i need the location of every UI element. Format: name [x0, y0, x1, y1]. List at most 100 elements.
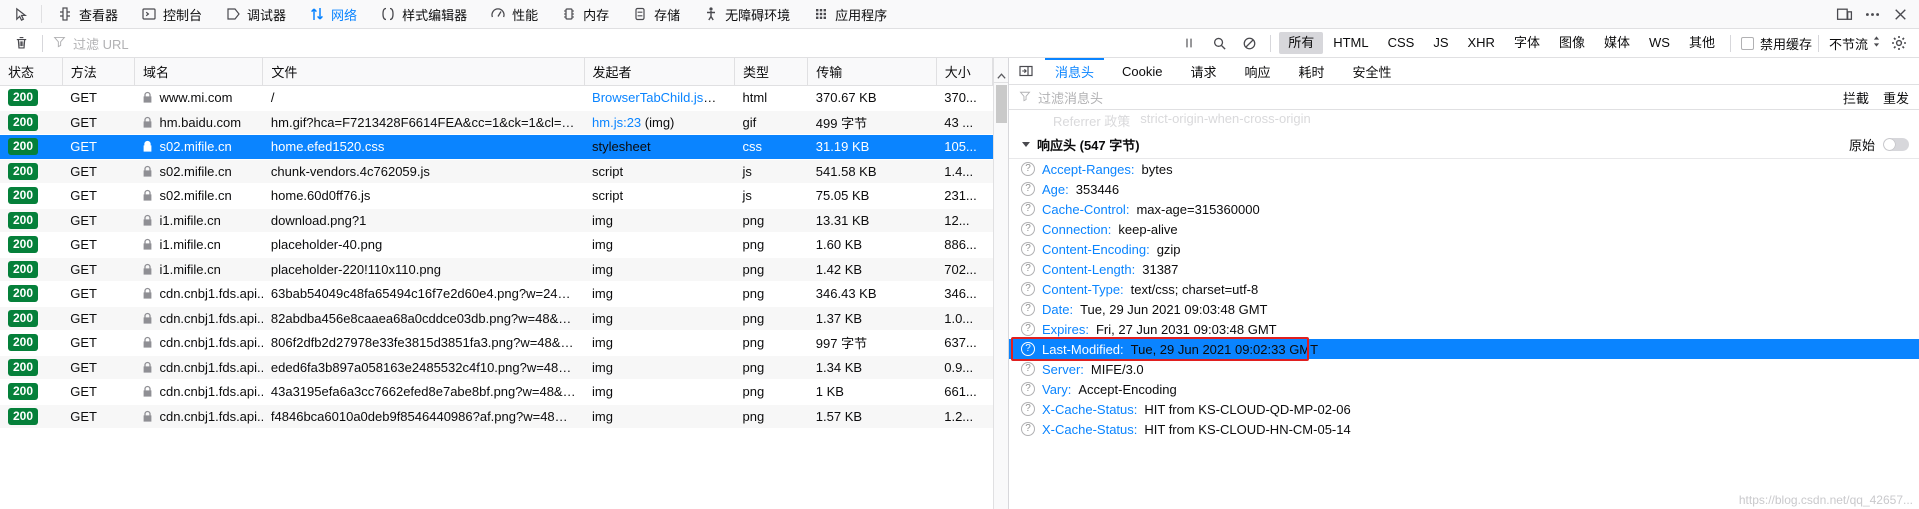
column-header-initiator[interactable]: 发起者 — [584, 58, 736, 86]
pause-icon[interactable] — [1174, 31, 1204, 55]
table-row[interactable]: 200 GET cdn.cnbj1.fds.api.... 43a3195efa6a3… — [0, 380, 993, 405]
header-row[interactable]: ? Connection: keep-alive — [1009, 219, 1919, 239]
response-headers-section-header[interactable]: 响应头 (547 字节) 原始 — [1009, 131, 1919, 159]
header-row[interactable]: ? Content-Encoding: gzip — [1009, 239, 1919, 259]
table-row[interactable]: 200 GET cdn.cnbj1.fds.api.... 63bab54049c48… — [0, 282, 993, 307]
type-filter-WS[interactable]: WS — [1640, 32, 1679, 54]
column-header-status[interactable]: 状态 — [0, 58, 63, 86]
header-row[interactable]: ? Expires: Fri, 27 Jun 2031 09:03:48 GMT — [1009, 319, 1919, 339]
scroll-up-arrow-icon[interactable] — [993, 58, 1008, 83]
header-row[interactable]: ? Server: MIFE/3.0 — [1009, 359, 1919, 379]
devtools-tab-5[interactable]: 性能 — [478, 0, 549, 28]
table-row[interactable]: 200 GET cdn.cnbj1.fds.api.... 806f2dfb2d279… — [0, 331, 993, 356]
request-list-scrollbar[interactable] — [993, 58, 1008, 509]
header-row[interactable]: ? Vary: Accept-Encoding — [1009, 379, 1919, 399]
headers-filter-input[interactable]: 过滤消息头 — [1038, 88, 1103, 107]
question-mark-icon[interactable]: ? — [1021, 162, 1035, 176]
header-row[interactable]: ? X-Cache-Status: HIT from KS-CLOUD-HN-CM-… — [1009, 419, 1919, 439]
initiator-link[interactable]: BrowserTabChild.jsm:92 — [592, 90, 732, 105]
initiator-link[interactable]: hm.js:23 — [592, 115, 641, 130]
question-mark-icon[interactable]: ? — [1021, 342, 1035, 356]
collapse-pane-icon[interactable] — [1011, 58, 1041, 84]
question-mark-icon[interactable]: ? — [1021, 222, 1035, 236]
question-mark-icon[interactable]: ? — [1021, 262, 1035, 276]
table-row[interactable]: 200 GET hm.baidu.com hm.gif?hca=F7213428F66… — [0, 110, 993, 135]
resend-request-button[interactable]: 重发 — [1883, 88, 1909, 107]
type-filter-字体[interactable]: 字体 — [1505, 32, 1549, 54]
search-icon[interactable] — [1204, 31, 1234, 55]
disable-cache-checkbox[interactable]: 禁用缓存 — [1740, 34, 1812, 53]
devtools-tab-3[interactable]: 网络 — [297, 0, 368, 28]
raw-headers-toggle[interactable]: 原始 — [1849, 135, 1909, 154]
type-filter-媒体[interactable]: 媒体 — [1595, 32, 1639, 54]
devtools-tab-1[interactable]: 控制台 — [129, 0, 213, 28]
question-mark-icon[interactable]: ? — [1021, 182, 1035, 196]
throttling-select[interactable]: 不节流 — [1825, 34, 1885, 53]
column-header-transfer[interactable]: 传输 — [807, 58, 937, 86]
column-header-domain[interactable]: 域名 — [134, 58, 264, 86]
header-row[interactable]: ? Cache-Control: max-age=315360000 — [1009, 199, 1919, 219]
question-mark-icon[interactable]: ? — [1021, 322, 1035, 336]
search-input[interactable]: 过滤 URL — [49, 32, 1174, 54]
table-row[interactable]: 200 GET cdn.cnbj1.fds.api.... 82abdba456e8c… — [0, 306, 993, 331]
details-tab-1[interactable]: Cookie — [1108, 58, 1176, 84]
type-filter-图像[interactable]: 图像 — [1550, 32, 1594, 54]
devtools-tab-8[interactable]: 无障碍环境 — [691, 0, 801, 28]
details-tab-0[interactable]: 消息头 — [1041, 58, 1108, 84]
table-row[interactable]: 200 GET i1.mifile.cn download.png?1 img png 13… — [0, 208, 993, 233]
block-request-button[interactable]: 拦截 — [1843, 88, 1869, 107]
details-tab-3[interactable]: 响应 — [1231, 58, 1285, 84]
header-row[interactable]: ? Accept-Ranges: bytes — [1009, 159, 1919, 179]
column-header-type[interactable]: 类型 — [734, 58, 809, 86]
column-header-size[interactable]: 大小 — [936, 58, 994, 86]
type-filter-CSS[interactable]: CSS — [1379, 32, 1424, 54]
header-row[interactable]: ? Age: 353446 — [1009, 179, 1919, 199]
type-filter-HTML[interactable]: HTML — [1324, 32, 1377, 54]
block-icon[interactable] — [1234, 31, 1264, 55]
close-devtools-icon[interactable] — [1887, 1, 1913, 27]
type-filter-JS[interactable]: JS — [1424, 32, 1457, 54]
question-mark-icon[interactable]: ? — [1021, 242, 1035, 256]
question-mark-icon[interactable]: ? — [1021, 422, 1035, 436]
table-row[interactable]: 200 GET cdn.cnbj1.fds.api... f4846bca6010a0… — [0, 404, 993, 429]
header-row[interactable]: ? Date: Tue, 29 Jun 2021 09:03:48 GMT — [1009, 299, 1919, 319]
question-mark-icon[interactable]: ? — [1021, 382, 1035, 396]
toggle-switch[interactable] — [1883, 138, 1909, 151]
type-filter-所有[interactable]: 所有 — [1279, 32, 1324, 54]
responsive-design-mode-icon[interactable] — [1831, 1, 1857, 27]
header-row[interactable]: ? X-Cache-Status: HIT from KS-CLOUD-QD-MP-… — [1009, 399, 1919, 419]
table-row[interactable]: 200 GET s02.mifile.cn chunk-vendors.4c76205… — [0, 159, 993, 184]
devtools-tab-4[interactable]: 样式编辑器 — [368, 0, 478, 28]
table-row[interactable]: 200 GET i1.mifile.cn placeholder-40.png img p… — [0, 233, 993, 258]
question-mark-icon[interactable]: ? — [1021, 362, 1035, 376]
gear-icon[interactable] — [1885, 31, 1913, 55]
trash-icon[interactable] — [6, 31, 36, 55]
table-row[interactable]: 200 GET www.mi.com / BrowserTabChild.jsm:92 … — [0, 86, 993, 111]
devtools-tab-2[interactable]: 调试器 — [213, 0, 297, 28]
header-row[interactable]: ? Content-Type: text/css; charset=utf-8 — [1009, 279, 1919, 299]
table-row[interactable]: 200 GET s02.mifile.cn home.efed1520.css styl… — [0, 134, 993, 159]
question-mark-icon[interactable]: ? — [1021, 402, 1035, 416]
table-row[interactable]: 200 GET cdn.cnbj1.fds.api.... eded6fa3b897a… — [0, 355, 993, 380]
question-mark-icon[interactable]: ? — [1021, 302, 1035, 316]
details-tab-5[interactable]: 安全性 — [1339, 58, 1406, 84]
header-row[interactable]: ? Content-Length: 31387 — [1009, 259, 1919, 279]
column-header-method[interactable]: 方法 — [62, 58, 135, 86]
table-row[interactable]: 200 GET s02.mifile.cn home.60d0ff76.js scrip… — [0, 184, 993, 209]
column-header-file[interactable]: 文件 — [262, 58, 585, 86]
devtools-tab-0[interactable]: 查看器 — [45, 0, 129, 28]
devtools-tab-7[interactable]: 存储 — [620, 0, 691, 28]
meatball-menu-icon[interactable] — [1859, 1, 1885, 27]
question-mark-icon[interactable]: ? — [1021, 282, 1035, 296]
table-row[interactable]: 200 GET i1.mifile.cn placeholder-220!110x11… — [0, 257, 993, 282]
element-picker-button[interactable] — [4, 0, 38, 28]
header-row[interactable]: ? Last-Modified: Tue, 29 Jun 2021 09:02:33… — [1009, 339, 1919, 359]
question-mark-icon[interactable]: ? — [1021, 202, 1035, 216]
devtools-tab-9[interactable]: 应用程序 — [801, 0, 898, 28]
type-filter-XHR[interactable]: XHR — [1459, 32, 1504, 54]
details-tab-4[interactable]: 耗时 — [1285, 58, 1339, 84]
scrollbar-thumb[interactable] — [995, 85, 1007, 123]
devtools-tab-6[interactable]: 内存 — [549, 0, 620, 28]
type-filter-其他[interactable]: 其他 — [1680, 32, 1724, 54]
details-tab-2[interactable]: 请求 — [1176, 58, 1230, 84]
